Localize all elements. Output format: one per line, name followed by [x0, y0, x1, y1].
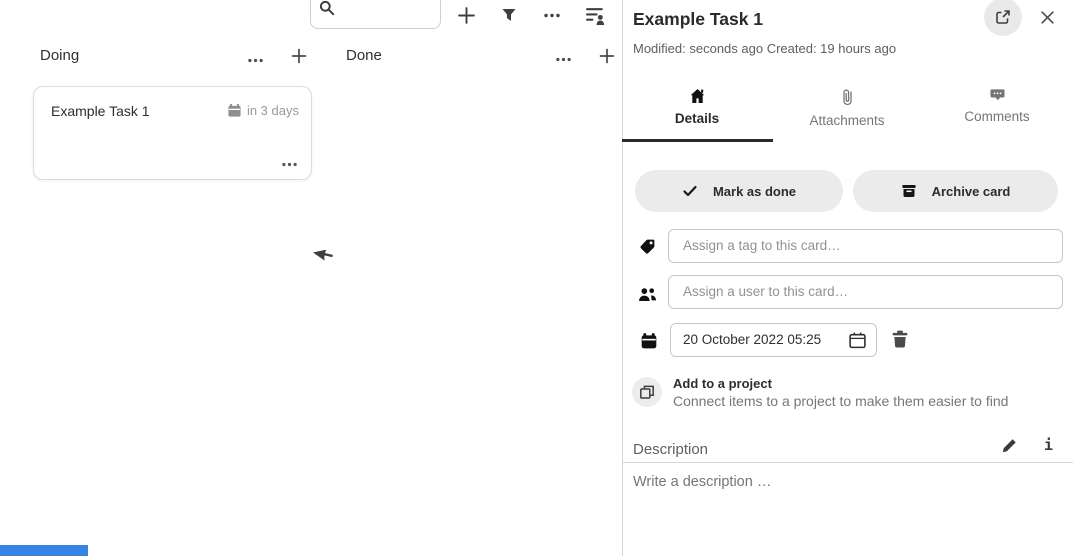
archive-card-label: Archive card: [932, 184, 1011, 199]
bottom-left-accent-bar: [0, 545, 88, 556]
description-placeholder[interactable]: Write a description …: [633, 474, 771, 490]
mark-as-done-label: Mark as done: [713, 184, 796, 199]
mark-as-done-button[interactable]: Mark as done: [635, 170, 843, 212]
panel-title: Example Task 1: [633, 9, 763, 30]
add-to-project-button[interactable]: [632, 377, 662, 407]
tab-details-label: Details: [675, 111, 719, 126]
projects-icon: [639, 384, 655, 400]
column-title-doing: Doing: [40, 47, 79, 64]
check-icon: [682, 183, 698, 199]
tab-attachments-label: Attachments: [809, 113, 884, 128]
kanban-app-window: Doing Done Example Task 1 in 3 days Exam…: [0, 0, 1073, 556]
remove-due-date-trash-icon[interactable]: [891, 330, 909, 348]
column-title-done: Done: [346, 47, 382, 64]
column-done-more-icon[interactable]: [552, 49, 574, 69]
search-input-wrapper: [310, 0, 441, 29]
assign-user-field[interactable]: [668, 275, 1063, 309]
due-date-calendar-icon: [639, 331, 659, 351]
sort-assignees-icon[interactable]: [584, 4, 606, 26]
due-date-field[interactable]: 20 October 2022 05:25: [670, 323, 877, 357]
close-icon[interactable]: [1035, 5, 1059, 29]
users-icon: [637, 284, 657, 304]
card-due-label: in 3 days: [247, 103, 299, 118]
due-date-value: 20 October 2022 05:25: [683, 332, 821, 347]
column-doing-add-icon[interactable]: [288, 46, 310, 66]
column-doing-more-icon[interactable]: [244, 50, 266, 70]
calendar-icon: [227, 103, 242, 118]
archive-card-button[interactable]: Archive card: [853, 170, 1058, 212]
external-link-icon: [995, 9, 1011, 25]
tab-comments[interactable]: Comments: [922, 84, 1072, 140]
home-icon: [689, 88, 706, 104]
filter-icon[interactable]: [498, 4, 520, 26]
search-icon: [318, 0, 335, 16]
active-tab-underline: [622, 139, 773, 142]
tab-attachments[interactable]: Attachments: [772, 84, 922, 140]
tag-icon: [638, 237, 658, 257]
card-more-icon[interactable]: [282, 162, 297, 167]
description-label: Description: [633, 441, 708, 458]
mouse-cursor: [313, 241, 339, 276]
description-info-icon[interactable]: i: [1044, 436, 1053, 454]
search-input[interactable]: [341, 2, 437, 24]
add-to-project-title[interactable]: Add to a project: [673, 376, 772, 391]
chat-bubble-icon: [990, 88, 1005, 102]
description-separator: [622, 462, 1073, 463]
card-due-date: in 3 days: [227, 103, 299, 118]
tab-comments-label: Comments: [964, 109, 1029, 124]
calendar-picker-icon[interactable]: [848, 331, 867, 350]
card-title: Example Task 1: [51, 103, 150, 119]
panel-meta: Modified: seconds ago Created: 19 hours …: [633, 41, 896, 56]
tab-details[interactable]: Details: [622, 84, 772, 140]
add-to-project-subtitle: Connect items to a project to make them …: [673, 393, 1008, 409]
task-card[interactable]: Example Task 1 in 3 days: [33, 86, 312, 180]
assign-tag-field[interactable]: [668, 229, 1063, 263]
more-options-icon[interactable]: [541, 4, 563, 26]
assign-tag-input[interactable]: [681, 237, 1045, 254]
add-button[interactable]: [455, 4, 477, 26]
open-in-window-button[interactable]: [984, 0, 1022, 36]
assign-user-input[interactable]: [681, 283, 1045, 300]
archive-icon: [901, 183, 917, 199]
column-done-add-icon[interactable]: [596, 46, 618, 66]
edit-description-pencil-icon[interactable]: [1001, 438, 1017, 454]
paperclip-icon: [842, 88, 853, 106]
